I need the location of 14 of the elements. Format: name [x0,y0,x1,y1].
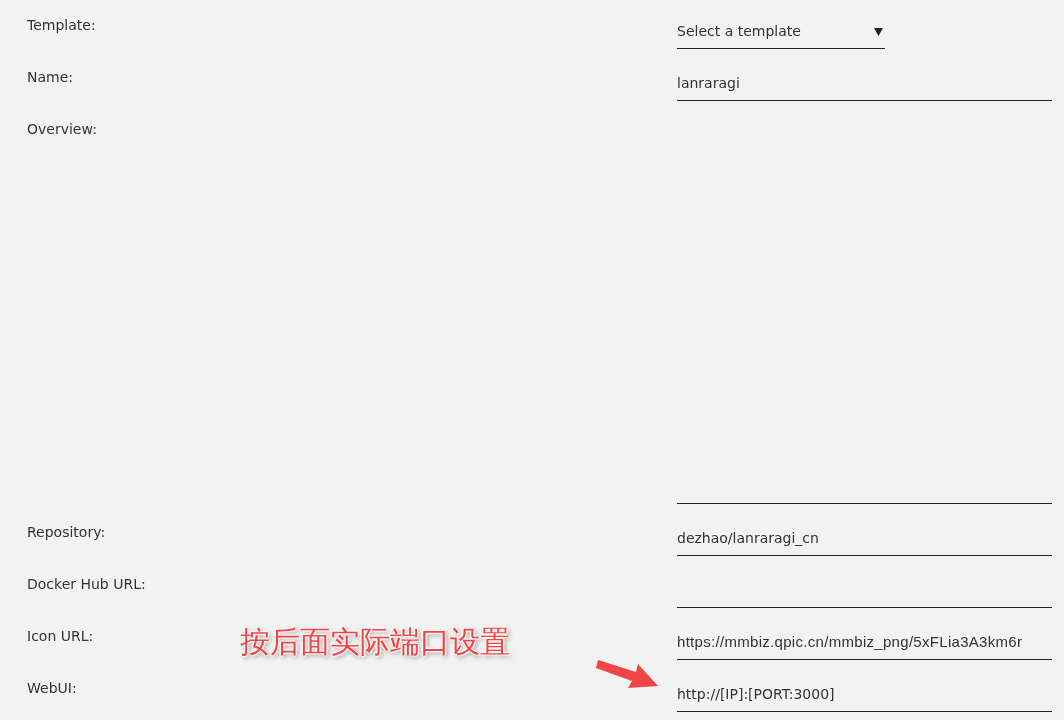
field-label: Icon URL: [27,627,94,646]
input-field[interactable]: http://[IP]:[PORT:3000] [677,677,1052,712]
template-dropdown[interactable]: Select a template [677,14,885,49]
field-label: Overview: [27,120,97,139]
field-label: Name: [27,68,74,87]
caret-icon [874,28,883,36]
field-label: WebUI: [27,679,77,698]
input-field[interactable]: lanraragi [677,66,1052,101]
annotation-text: 按后面实际端口设置 [240,623,510,661]
field-label: Docker Hub URL: [27,575,146,594]
field-label: Repository: [27,523,106,542]
field-label: Template: [27,16,96,35]
input-field[interactable]: https://mmbiz.qpic.cn/mmbiz_png/5xFLia3A3km6r [677,625,1052,660]
input-field[interactable]: dezhao/lanraragi_cn [677,521,1052,556]
